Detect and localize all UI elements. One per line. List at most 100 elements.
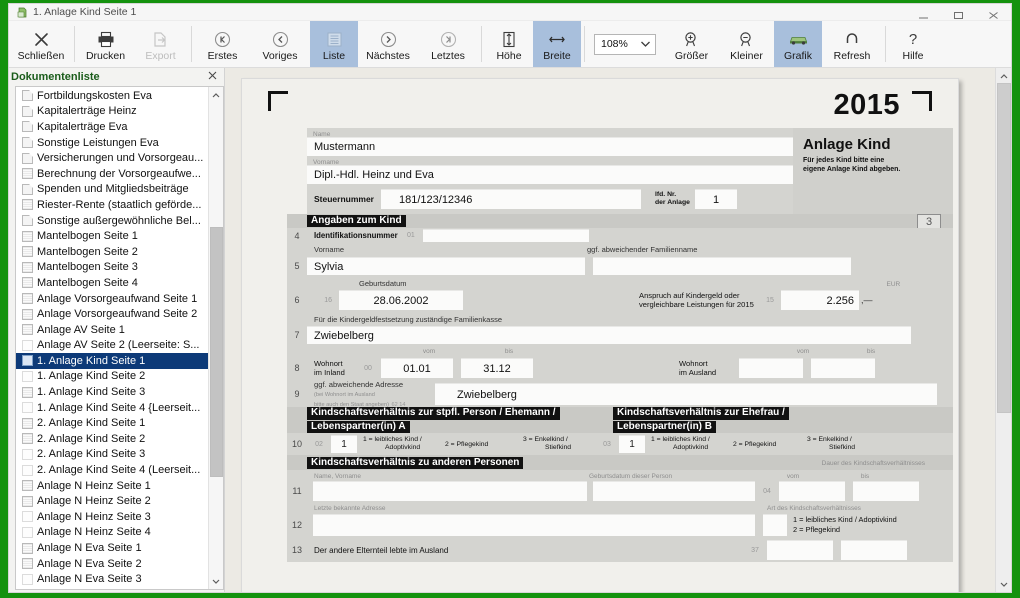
chevron-down-icon[interactable]: [996, 577, 1011, 592]
list-item[interactable]: 2. Anlage Kind Seite 1: [16, 415, 208, 431]
toolbar-button-groesser[interactable]: Größer: [664, 21, 719, 67]
list-item[interactable]: Mantelbogen Seite 3: [16, 260, 208, 276]
list-item[interactable]: 1. Anlage Kind Seite 1: [16, 353, 208, 369]
list-item[interactable]: Anlage N Eva Seite 4: [16, 587, 208, 590]
chevron-up-icon[interactable]: [996, 68, 1011, 83]
list-item[interactable]: Anlage N Heinz Seite 4: [16, 525, 208, 541]
list-item[interactable]: 2. Anlage Kind Seite 4 (Leerseit...: [16, 462, 208, 478]
list-item[interactable]: 2. Anlage Kind Seite 3: [16, 447, 208, 463]
toolbar-button-breite[interactable]: Breite: [533, 21, 581, 67]
field-ausland-bis[interactable]: [811, 358, 875, 378]
list-item[interactable]: 1. Anlage Kind Seite 3: [16, 384, 208, 400]
list-item[interactable]: 2. Anlage Kind Seite 2: [16, 431, 208, 447]
scrollbar-track[interactable]: [996, 83, 1012, 577]
toolbar-button-export[interactable]: Export: [133, 21, 188, 67]
dauer-bis-label: bis: [860, 473, 870, 480]
toolbar-button-grafik[interactable]: Grafik: [774, 21, 822, 67]
list-item[interactable]: Sonstige Leistungen Eva: [16, 135, 208, 151]
list-item[interactable]: Anlage N Eva Seite 1: [16, 540, 208, 556]
list-item[interactable]: Anlage N Heinz Seite 2: [16, 493, 208, 509]
toolbar-button-letztes[interactable]: Letztes: [418, 21, 478, 67]
field-abw-adresse[interactable]: Zwiebelberg: [435, 383, 937, 405]
list-item[interactable]: Anlage N Eva Seite 2: [16, 556, 208, 572]
doc-blank-icon: [22, 402, 33, 414]
toolbar-button-drucken[interactable]: Drucken: [78, 21, 133, 67]
field-steuernummer[interactable]: 181/123/12346: [381, 189, 641, 209]
field-identifikationsnummer[interactable]: [423, 229, 589, 242]
toolbar-button-refresh[interactable]: Refresh: [822, 21, 882, 67]
field-geburtsdatum[interactable]: 28.06.2002: [339, 290, 463, 310]
field-elternteil-bis[interactable]: [841, 540, 907, 560]
list-item[interactable]: 1. Anlage Kind Seite 4 {Leerseit...: [16, 400, 208, 416]
field-kind-vorname[interactable]: Sylvia: [307, 257, 585, 275]
field-inland-vom[interactable]: 01.01: [381, 358, 453, 378]
field-name[interactable]: Mustermann: [307, 137, 793, 156]
list-item[interactable]: Berechnung der Vorsorgeaufwe...: [16, 166, 208, 182]
opt-b1-line1: 1 = leibliches Kind /: [651, 436, 710, 443]
field-kindergeld-betrag[interactable]: 2.256: [781, 290, 859, 310]
list-item[interactable]: Kapitalerträge Heinz: [16, 104, 208, 120]
field-art-kindschaft[interactable]: [763, 514, 787, 536]
next-page-icon: [380, 29, 397, 49]
field-letzte-adresse[interactable]: [313, 514, 755, 536]
field-elternteil-vom[interactable]: [767, 540, 833, 560]
list-item[interactable]: Versicherungen und Vorsorgeau...: [16, 150, 208, 166]
scrollbar-thumb[interactable]: [996, 83, 1011, 413]
field-kindergeld-betrag-value: 2.256: [826, 294, 854, 307]
document-list-scrollbar[interactable]: [208, 87, 223, 589]
chevron-up-icon[interactable]: [209, 87, 224, 102]
list-item[interactable]: Anlage N Heinz Seite 1: [16, 478, 208, 494]
list-item-label: 2. Anlage Kind Seite 1: [37, 417, 146, 430]
toolbar-button-voriges[interactable]: Voriges: [250, 21, 310, 67]
toolbar-button-liste[interactable]: Liste: [310, 21, 358, 67]
document-list[interactable]: Fortbildungskosten Eva Kapitalerträge Hei…: [16, 87, 208, 589]
field-dauer-vom[interactable]: [779, 481, 845, 501]
close-button[interactable]: [976, 4, 1011, 21]
chevron-down-icon[interactable]: [209, 574, 224, 589]
list-item[interactable]: Mantelbogen Seite 4: [16, 275, 208, 291]
list-item[interactable]: Anlage AV Seite 1: [16, 322, 208, 338]
identifikationsnummer-label: Identifikationsnummer: [314, 231, 398, 240]
field-person-geburtsdatum[interactable]: [593, 481, 755, 501]
toolbar-button-hoehe[interactable]: Höhe: [485, 21, 533, 67]
maximize-button[interactable]: [941, 4, 976, 21]
export-icon: [152, 29, 169, 49]
list-item[interactable]: Spenden und Mitgliedsbeiträge: [16, 182, 208, 198]
close-icon[interactable]: [208, 69, 217, 83]
zoom-select[interactable]: 108%: [594, 33, 656, 55]
list-item[interactable]: Mantelbogen Seite 2: [16, 244, 208, 260]
list-item[interactable]: Kapitalerträge Eva: [16, 119, 208, 135]
minimize-button[interactable]: [906, 4, 941, 21]
viewer-canvas[interactable]: 2015 Anlage Kind Für jedes Kind bitte ei…: [225, 68, 995, 592]
list-item[interactable]: Anlage AV Seite 2 (Leerseite: S...: [16, 338, 208, 354]
list-item[interactable]: Sonstige außergewöhnliche Bel...: [16, 213, 208, 229]
list-item[interactable]: Anlage N Eva Seite 3: [16, 571, 208, 587]
abw-adresse-label-2: (bei Wohnort im Ausland: [314, 391, 375, 398]
list-item[interactable]: Anlage N Heinz Seite 3: [16, 509, 208, 525]
field-kindschaft-a[interactable]: 1: [331, 435, 357, 453]
toolbar-button-schliessen[interactable]: Schließen: [11, 21, 71, 67]
toolbar-button-naechstes[interactable]: Nächstes: [358, 21, 418, 67]
scrollbar-track[interactable]: [209, 102, 224, 574]
toolbar-button-hilfe[interactable]: ? Hilfe: [889, 21, 937, 67]
scrollbar-thumb[interactable]: [209, 227, 223, 477]
list-item[interactable]: Riester-Rente (staatlich geförde...: [16, 197, 208, 213]
list-item[interactable]: Anlage Vorsorgeaufwand Seite 1: [16, 291, 208, 307]
field-vorname[interactable]: Dipl.-Hdl. Heinz und Eva: [307, 165, 793, 184]
list-item[interactable]: 1. Anlage Kind Seite 2: [16, 369, 208, 385]
field-person-name[interactable]: [313, 481, 587, 501]
field-abw-familienname[interactable]: [593, 257, 851, 275]
toolbar-button-kleiner[interactable]: Kleiner: [719, 21, 774, 67]
viewer-scrollbar[interactable]: [995, 68, 1011, 592]
field-inland-bis[interactable]: 31.12: [461, 358, 533, 378]
doc-fold-icon: [22, 137, 33, 149]
field-kindschaft-b[interactable]: 1: [619, 435, 645, 453]
list-item[interactable]: Fortbildungskosten Eva: [16, 88, 208, 104]
list-item[interactable]: Anlage Vorsorgeaufwand Seite 2: [16, 306, 208, 322]
field-dauer-bis[interactable]: [853, 481, 919, 501]
field-familienkasse[interactable]: Zwiebelberg: [307, 326, 911, 344]
field-ausland-vom[interactable]: [739, 358, 803, 378]
toolbar-button-erstes[interactable]: Erstes: [195, 21, 250, 67]
list-item[interactable]: Mantelbogen Seite 1: [16, 228, 208, 244]
field-lfd-nr[interactable]: 1: [695, 189, 737, 209]
